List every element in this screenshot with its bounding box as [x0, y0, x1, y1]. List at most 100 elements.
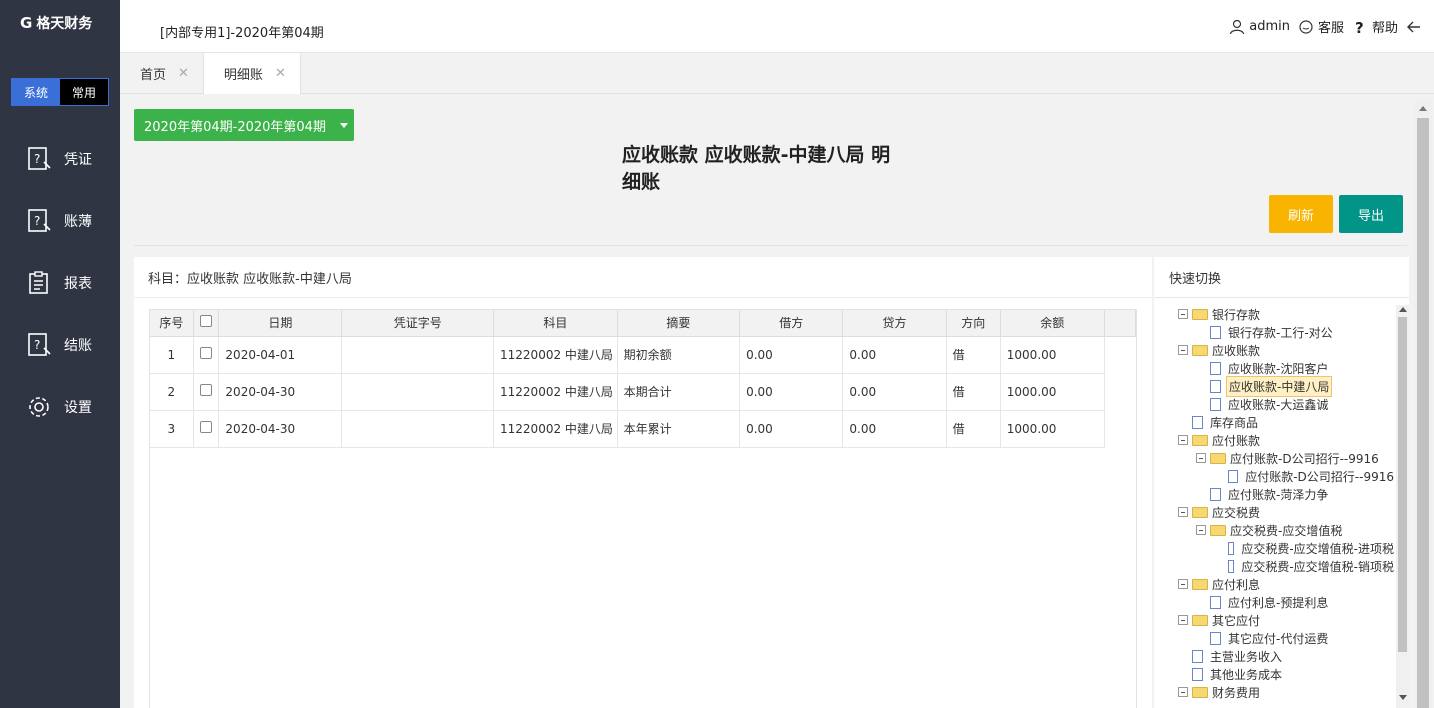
collapse-toggle-icon[interactable] — [1178, 579, 1188, 589]
cell-summary: 本年累计 — [617, 410, 741, 448]
period-selector[interactable]: 2020年第04期-2020年第04期 — [134, 109, 354, 141]
document-icon — [1192, 667, 1203, 681]
sidebar-item-ledger[interactable]: ? 账薄 — [0, 190, 120, 252]
svg-text:?: ? — [34, 152, 40, 166]
collapse-toggle-icon[interactable] — [1178, 687, 1188, 697]
scroll-up-icon[interactable] — [1419, 106, 1427, 111]
close-icon[interactable]: ✕ — [275, 66, 286, 81]
tree-item[interactable]: 应付账款 — [1154, 431, 1396, 449]
tree-item[interactable]: 应交税费 — [1154, 503, 1396, 521]
scrollbar-thumb[interactable] — [1417, 118, 1429, 708]
tree-scrollbar[interactable] — [1396, 305, 1409, 708]
tree-item[interactable]: 应付账款-D公司招行--9916 — [1154, 467, 1396, 485]
ledger-table-container: 序号 日期 凭证字号 科目 摘要 借方 贷方 方向 余额 1 2020-04-0… — [149, 309, 1137, 708]
period-selector-label: 2020年第04期-2020年第04期 — [144, 119, 326, 135]
folder-icon — [1192, 434, 1208, 446]
collapse-toggle-icon[interactable] — [1178, 615, 1188, 625]
sidebar-item-closing[interactable]: ? 结账 — [0, 314, 120, 376]
row-checkbox[interactable] — [200, 421, 213, 433]
tab-label: 明细账 — [223, 68, 263, 83]
page-title-line2: 细账 — [622, 171, 661, 193]
col-header: 摘要 — [617, 310, 741, 337]
tree-item[interactable]: 应收账款-沈阳客户 — [1154, 359, 1396, 377]
main-content: 2020年第04期-2020年第04期 应收账款 应收账款-中建八局 明 细账 … — [120, 94, 1434, 708]
tree-item[interactable]: 其它应付-代付运费 — [1154, 629, 1396, 647]
tree-item[interactable]: 应交税费-应交增值税-销项税 — [1154, 557, 1396, 575]
folder-icon — [1210, 452, 1226, 464]
tab-detail-ledger[interactable]: 明细账 ✕ — [203, 53, 301, 94]
help-link[interactable]: ? 帮助 — [1352, 17, 1398, 37]
cell-credit: 0.00 — [842, 336, 947, 374]
tab-label: 首页 — [140, 68, 167, 83]
cell-select — [193, 373, 220, 411]
tree-item[interactable]: 银行存款-工行-对公 — [1154, 323, 1396, 341]
customer-service-link[interactable]: 客服 — [1298, 17, 1344, 36]
logout-button[interactable] — [1406, 19, 1426, 35]
document-icon — [1228, 559, 1235, 573]
col-header: 贷方 — [842, 310, 947, 337]
row-checkbox[interactable] — [200, 347, 213, 359]
header-actions: admin 客服 ? 帮助 — [1229, 17, 1434, 36]
tree-item[interactable]: 应付账款-菏泽力争 — [1154, 485, 1396, 503]
tree-item[interactable]: 应付利息 — [1154, 575, 1396, 593]
sidebar-item-label: 结账 — [64, 338, 92, 354]
cell-date: 2020-04-01 — [218, 336, 343, 374]
document-icon — [1228, 469, 1239, 483]
brand-name: 格天财务 — [36, 16, 93, 32]
tree-item[interactable]: 主营业务收入 — [1154, 647, 1396, 665]
scroll-down-icon[interactable] — [1399, 695, 1407, 700]
tree-item[interactable]: 其它应付 — [1154, 611, 1396, 629]
user-menu[interactable]: admin — [1229, 19, 1290, 35]
user-icon — [1230, 19, 1245, 34]
refresh-button[interactable]: 刷新 — [1269, 195, 1333, 233]
scrollbar-thumb[interactable] — [1398, 317, 1407, 652]
tab-home[interactable]: 首页 ✕ — [120, 53, 204, 94]
mode-switch: 系统 常用 — [11, 78, 109, 106]
mode-system-button[interactable]: 系统 — [12, 79, 60, 105]
cell-summary: 期初余额 — [617, 336, 741, 374]
collapse-toggle-icon[interactable] — [1178, 435, 1188, 445]
row-checkbox[interactable] — [200, 384, 213, 396]
sidebar-item-label: 设置 — [64, 400, 92, 416]
svg-text:?: ? — [1355, 19, 1364, 35]
export-button[interactable]: 导出 — [1339, 195, 1403, 233]
tree-item[interactable]: 应付账款-D公司招行--9916 — [1154, 449, 1396, 467]
page-title-line1: 应收账款 应收账款-中建八局 明 — [622, 144, 891, 166]
collapse-toggle-icon[interactable] — [1178, 507, 1188, 517]
table-row[interactable]: 3 2020-04-30 11220002 中建八局 本年累计 0.00 0.0… — [150, 410, 1136, 448]
col-header-select — [193, 310, 220, 337]
sidebar-item-voucher[interactable]: ? 凭证 — [0, 128, 120, 190]
tree-item[interactable]: 应交税费-应交增值税-进项税 — [1154, 539, 1396, 557]
tree-item[interactable]: 财务费用 — [1154, 683, 1396, 701]
sidebar-item-report[interactable]: 报表 — [0, 252, 120, 314]
brand-logo[interactable]: G 格天财务 — [0, 0, 120, 46]
scroll-up-icon[interactable] — [1399, 307, 1407, 312]
tree-item-label: 应收账款-大运鑫诚 — [1228, 397, 1329, 412]
tree-item[interactable]: 库存商品 — [1154, 413, 1396, 431]
collapse-toggle-icon[interactable] — [1196, 525, 1206, 535]
tree-item[interactable]: 应付利息-预提利息 — [1154, 593, 1396, 611]
collapse-toggle-icon[interactable] — [1196, 453, 1206, 463]
mode-common-button[interactable]: 常用 — [60, 79, 108, 105]
tree-item-label: 应收账款 — [1212, 343, 1261, 358]
tree-item[interactable]: 应交税费-应交增值税 — [1154, 521, 1396, 539]
tree-item[interactable]: 应收账款-大运鑫诚 — [1154, 395, 1396, 413]
tree-item[interactable]: 其他业务成本 — [1154, 665, 1396, 683]
tree-item[interactable]: 应收账款-中建八局 — [1154, 375, 1396, 397]
table-row[interactable]: 2 2020-04-30 11220002 中建八局 本期合计 0.00 0.0… — [150, 373, 1136, 411]
tree-item[interactable]: 应收账款 — [1154, 341, 1396, 359]
collapse-toggle-icon[interactable] — [1178, 309, 1188, 319]
period-title: [内部专用1]-2020年第04期 — [160, 26, 324, 41]
table-row[interactable]: 1 2020-04-01 11220002 中建八局 期初余额 0.00 0.0… — [150, 336, 1136, 374]
sidebar-item-settings[interactable]: 设置 — [0, 376, 120, 438]
collapse-toggle-icon[interactable] — [1178, 345, 1188, 355]
logo-mark-icon: G — [20, 14, 33, 32]
tree-item[interactable]: 银行存款 — [1154, 305, 1396, 323]
page-scrollbar[interactable] — [1414, 100, 1432, 708]
cell-balance: 1000.00 — [1000, 410, 1105, 448]
close-icon[interactable]: ✕ — [178, 66, 189, 81]
select-all-checkbox[interactable] — [200, 315, 213, 328]
tree-item-label: 应交税费-应交增值税-销项税 — [1241, 559, 1394, 574]
cell-debit: 0.00 — [739, 373, 844, 411]
user-name: admin — [1249, 19, 1290, 34]
